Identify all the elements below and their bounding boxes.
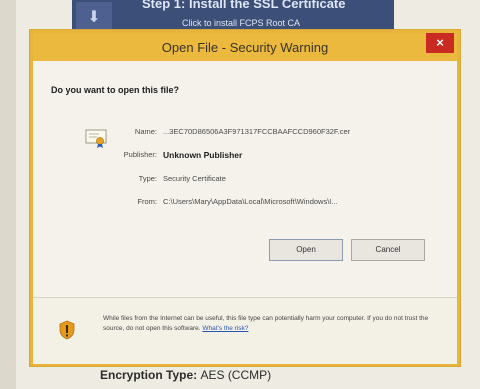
close-button[interactable]: × [426,33,454,53]
encryption-type-label: Encryption Type: [100,368,198,382]
name-value: ...3EC70D86506A3F971317FCCBAAFCCD960F32F… [163,127,351,136]
cancel-button[interactable]: Cancel [351,239,425,261]
dialog-title: Open File - Security Warning [161,40,329,55]
type-row: Type: Security Certificate [33,174,463,186]
name-row: Name: ...3EC70D86506A3F971317FCCBAAFCCD9… [33,127,463,139]
from-label: From: [137,197,157,206]
banner-title: Step 1: Install the SSL Certificate [142,0,346,11]
security-warning-dialog: Open File - Security Warning × Do you wa… [30,30,460,366]
type-label: Type: [138,174,157,183]
publisher-value: Unknown Publisher [163,150,243,160]
banner-subtitle: Click to install FCPS Root CA [182,18,301,28]
whats-the-risk-link[interactable]: What's the risk? [202,325,248,332]
warning-message: While files from the Internet can be use… [103,314,433,334]
shield-warning-icon [59,320,75,340]
download-arrow-icon: ⬇ [76,2,112,32]
open-button[interactable]: Open [269,239,343,261]
dialog-question: Do you want to open this file? [51,85,179,95]
dialog-title-bar[interactable]: Open File - Security Warning × [33,33,457,61]
from-value: C:\Users\Mary\AppData\Local\Microsoft\Wi… [163,197,338,206]
publisher-label: Publisher: [123,150,157,159]
background-left-strip [0,0,16,389]
warning-panel: While files from the Internet can be use… [33,297,457,364]
encryption-type-row: Encryption Type: AES (CCMP) [100,368,271,382]
warning-text: While files from the Internet can be use… [103,315,429,332]
encryption-type-value: AES (CCMP) [200,368,272,382]
type-value: Security Certificate [163,174,226,183]
install-certificate-banner[interactable]: ⬇ Step 1: Install the SSL Certificate Cl… [72,0,394,34]
publisher-row: Publisher: Unknown Publisher [33,150,463,162]
from-row: From: C:\Users\Mary\AppData\Local\Micros… [33,197,463,209]
name-label: Name: [134,127,157,136]
